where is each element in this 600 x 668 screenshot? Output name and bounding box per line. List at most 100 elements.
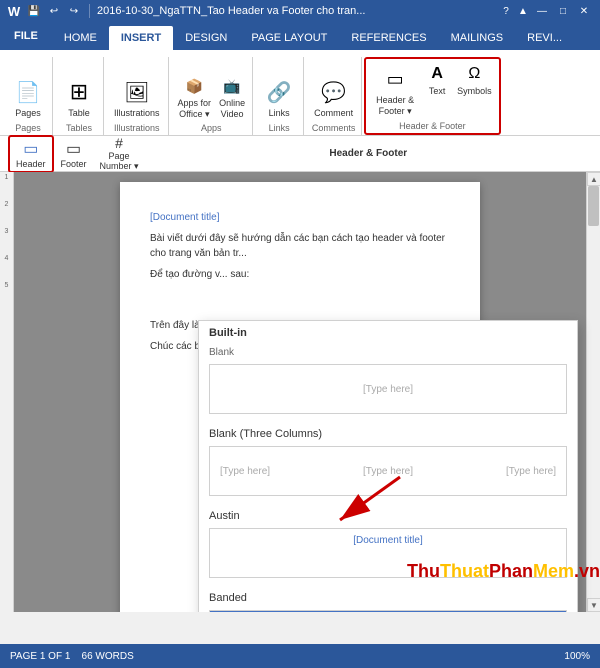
scrollbar-thumb[interactable] — [588, 186, 599, 226]
header-dropdown-panel: Built-in Blank [Type here] Blank (Three … — [198, 320, 578, 612]
austin-preview[interactable]: [Document title] — [209, 528, 567, 578]
header-sub-icon: ▭ — [23, 139, 38, 159]
apps-for-office-button[interactable]: 📦 Apps forOffice ▾ — [175, 73, 215, 121]
online-video-icon: 📺 — [220, 74, 244, 98]
header-sub-button[interactable]: ▭ Header — [8, 135, 54, 173]
tables-group-label: Tables — [66, 123, 92, 133]
doc-para1: Bài viết dưới đây sẽ hướng dẫn các bạn c… — [150, 231, 450, 261]
pages-icon: 📄 — [12, 76, 44, 108]
scroll-down-button[interactable]: ▼ — [587, 598, 600, 612]
left-scrollbar: 1 2 3 4 5 — [0, 172, 14, 612]
redo-icon[interactable]: ↪ — [66, 3, 82, 19]
illustrations-buttons: 🖼 Illustrations — [110, 57, 164, 121]
blank-preview[interactable]: [Type here] — [209, 364, 567, 414]
ruler-marker: 2 — [5, 201, 9, 208]
dropdown-section-title: Built-in — [199, 321, 577, 343]
blank-three-col-placeholder-1: [Type here] — [220, 466, 270, 477]
maximize-button[interactable]: □ — [553, 3, 573, 19]
pages-buttons: 📄 Pages — [8, 57, 48, 121]
austin-doc-title: [Document title] — [220, 535, 556, 546]
hf-sub-group-label: Header & Footer — [145, 148, 592, 159]
ruler-marker: 1 — [5, 174, 9, 181]
blank-label: Blank — [199, 343, 577, 360]
right-scrollbar: ▲ ▼ — [586, 172, 600, 612]
ribbon-group-header-footer: ▭ Header &Footer ▾ A Text Ω Symbols Head… — [364, 57, 501, 135]
ribbon: 📄 Pages Pages ⊞ Table Tables 🖼 Illustrat… — [0, 50, 600, 136]
main-area: 1 2 3 4 5 [Document title] Bài viết dưới… — [0, 172, 600, 612]
online-video-button[interactable]: 📺 OnlineVideo — [216, 73, 248, 121]
symbols-icon: Ω — [462, 62, 486, 86]
tab-references[interactable]: REFERENCES — [339, 26, 438, 50]
document-title: [Document title] — [150, 212, 450, 223]
text-button[interactable]: A Text — [422, 61, 452, 98]
blank-three-col-placeholder-2: [Type here] — [363, 466, 413, 477]
text-label: Text — [429, 86, 446, 97]
scroll-up-button[interactable]: ▲ — [587, 172, 600, 186]
page-number-sub-label: PageNumber ▾ — [100, 151, 139, 172]
doc-para2: Để tạo đường v... sau: — [150, 267, 450, 282]
comment-icon: 💬 — [318, 76, 350, 108]
page-info: PAGE 1 OF 1 — [10, 651, 70, 662]
illustrations-button[interactable]: 🖼 Illustrations — [110, 74, 164, 121]
table-label: Table — [68, 108, 90, 119]
title-bar: W 💾 ↩ ↪ 2016-10-30_NgaTTN_Tao Header va … — [0, 0, 600, 22]
ribbon-collapse-icon[interactable]: ▲ — [515, 3, 531, 19]
illustrations-group-label: Illustrations — [114, 123, 160, 133]
ribbon-group-comments: 💬 Comment Comments — [306, 57, 362, 135]
illustrations-label: Illustrations — [114, 108, 160, 119]
ribbon-group-tables: ⊞ Table Tables — [55, 57, 104, 135]
comment-label: Comment — [314, 108, 353, 119]
ribbon-group-pages: 📄 Pages Pages — [4, 57, 53, 135]
links-button[interactable]: 🔗 Links — [259, 74, 299, 121]
blank-three-col-preview[interactable]: [Type here] [Type here] [Type here] — [209, 446, 567, 496]
tab-home[interactable]: HOME — [52, 26, 109, 50]
links-group-label: Links — [269, 123, 290, 133]
pages-label: Pages — [15, 108, 41, 119]
ribbon-group-illustrations: 🖼 Illustrations Illustrations — [106, 57, 169, 135]
ruler-marker: 4 — [5, 255, 9, 262]
save-icon[interactable]: 💾 — [26, 3, 42, 19]
help-icon[interactable]: ? — [498, 3, 514, 19]
links-buttons: 🔗 Links — [259, 57, 299, 121]
ruler-marker: 5 — [5, 282, 9, 289]
tab-file[interactable]: FILE — [0, 22, 52, 50]
header-footer-label: Header &Footer ▾ — [376, 95, 414, 117]
links-label: Links — [269, 108, 290, 119]
minimize-button[interactable]: — — [532, 3, 552, 19]
symbols-button[interactable]: Ω Symbols — [454, 61, 495, 98]
status-right: 100% — [564, 651, 590, 662]
symbols-label: Symbols — [457, 86, 492, 97]
tab-mailings[interactable]: MAILINGS — [439, 26, 516, 50]
tab-insert[interactable]: INSERT — [109, 26, 173, 50]
scrollbar-track[interactable] — [587, 186, 600, 598]
comments-group-label: Comments — [312, 123, 356, 133]
tab-design[interactable]: DESIGN — [173, 26, 239, 50]
text-icon: A — [425, 62, 449, 86]
title-bar-left: W 💾 ↩ ↪ 2016-10-30_NgaTTN_Tao Header va … — [6, 3, 365, 19]
illustrations-icon: 🖼 — [121, 76, 153, 108]
undo-icon[interactable]: ↩ — [46, 3, 62, 19]
ruler-marker: 3 — [5, 228, 9, 235]
comment-button[interactable]: 💬 Comment — [310, 74, 357, 121]
footer-sub-label: Footer — [61, 159, 87, 169]
blank-three-col-label: Blank (Three Columns) — [199, 422, 577, 442]
page-number-sub-button[interactable]: # PageNumber ▾ — [94, 133, 145, 174]
table-button[interactable]: ⊞ Table — [59, 74, 99, 121]
online-video-label: OnlineVideo — [219, 98, 245, 120]
tab-page-layout[interactable]: PAGE LAYOUT — [239, 26, 339, 50]
status-left: PAGE 1 OF 1 66 WORDS — [10, 651, 134, 662]
apps-buttons: 📦 Apps forOffice ▾ 📺 OnlineVideo — [175, 57, 249, 121]
pages-button[interactable]: 📄 Pages — [8, 74, 48, 121]
tables-buttons: ⊞ Table — [59, 57, 99, 121]
tab-review[interactable]: REVI... — [515, 26, 574, 50]
hf-group-label: Header & Footer — [399, 121, 466, 131]
austin-label: Austin — [199, 504, 577, 524]
close-button[interactable]: ✕ — [574, 3, 594, 19]
footer-sub-button[interactable]: ▭ Footer — [54, 137, 94, 171]
links-icon: 🔗 — [263, 76, 295, 108]
banded-preview[interactable] — [209, 610, 567, 612]
page-number-sub-icon: # — [115, 135, 123, 151]
blank-three-col-placeholder-3: [Type here] — [506, 466, 556, 477]
hf-sub-ribbon: ▭ Header ▭ Footer # PageNumber ▾ Header … — [0, 136, 600, 172]
header-footer-button[interactable]: ▭ Header &Footer ▾ — [370, 61, 420, 119]
